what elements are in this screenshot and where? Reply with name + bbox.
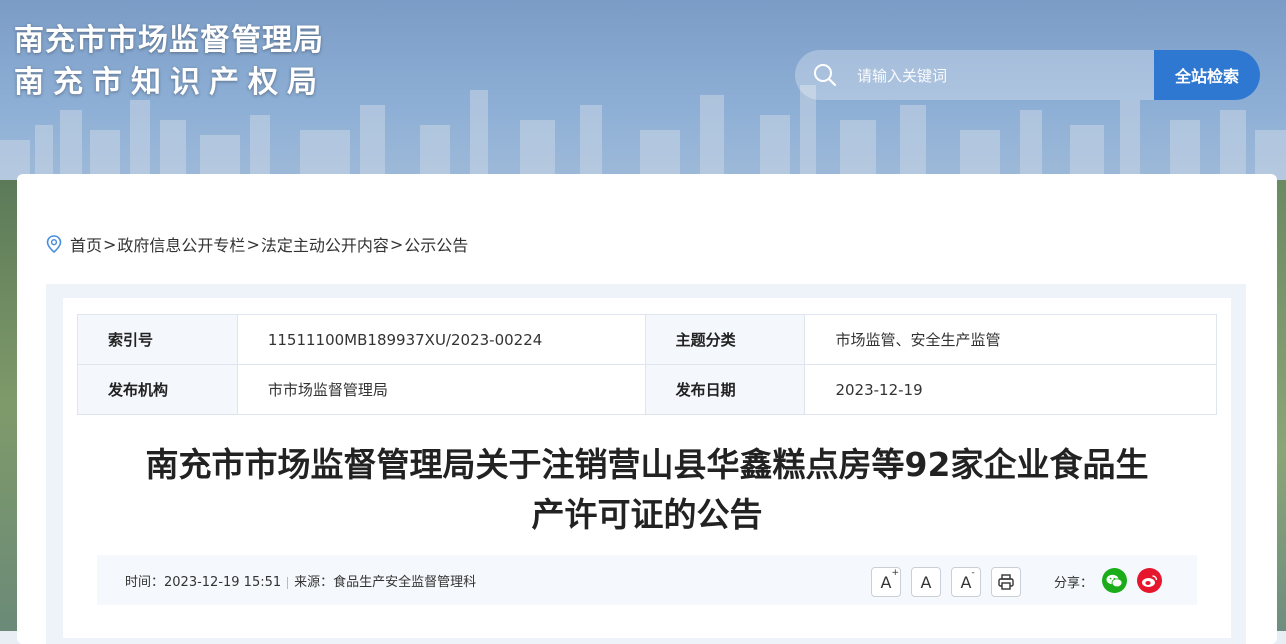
font-normal-icon: A (920, 572, 932, 592)
printer-icon (998, 574, 1014, 590)
breadcrumb-gov-info[interactable]: 政府信息公开专栏 (117, 232, 245, 256)
article-title: 南充市市场监督管理局关于注销营山县华鑫糕点房等92家企业食品生 产许可证的公告 (100, 440, 1194, 540)
font-larger-icon: A + (880, 567, 900, 592)
topic-value: 市场监管、安全生产监管 (804, 314, 1217, 365)
search-input[interactable] (855, 60, 1139, 92)
breadcrumb-separator: > (389, 234, 404, 254)
font-smaller-button[interactable]: A- (951, 567, 981, 597)
breadcrumb: 首页 > 政府信息公开专栏 > 法定主动公开内容 > 公示公告 (46, 232, 468, 256)
location-pin-icon (46, 235, 62, 253)
search-icon (814, 64, 837, 87)
index-value: 11511100MB189937XU/2023-00224 (236, 314, 646, 365)
wechat-icon (1106, 574, 1123, 587)
wechat-share-button[interactable] (1102, 568, 1127, 593)
article-info-bar: 时间：2023-12-19 15:51 来源：食品生产安全监督管理科 A + A A… (97, 555, 1197, 605)
site-search-button[interactable]: 全站检索 (1154, 50, 1260, 100)
breadcrumb-announcements[interactable]: 公示公告 (404, 232, 468, 256)
article-title-line-1: 南充市市场监督管理局关于注销营山县华鑫糕点房等92家企业食品生 (145, 445, 1149, 484)
site-search: 全站检索 (795, 50, 1260, 100)
publish-time: 时间：2023-12-19 15:51 (125, 575, 282, 590)
index-label: 索引号 (77, 314, 238, 365)
metadata-row: 发布机构 市市场监督管理局 发布日期 2023-12-19 (77, 364, 1217, 415)
site-logo[interactable]: 南充市市场监督管理局 南充市知识产权局 (14, 22, 326, 102)
publish-date-value: 2023-12-19 (804, 364, 1217, 415)
topic-label: 主题分类 (644, 314, 806, 365)
font-smaller-icon: A- (960, 567, 975, 592)
breadcrumb-statutory[interactable]: 法定主动公开内容 (261, 232, 389, 256)
print-button[interactable] (991, 567, 1021, 597)
font-normal-button[interactable]: A (911, 567, 941, 597)
article-meta: 时间：2023-12-19 15:51 来源：食品生产安全监督管理科 (125, 571, 476, 590)
publisher-label: 发布机构 (77, 364, 238, 415)
article-source: 来源：食品生产安全监督管理科 (294, 575, 477, 590)
divider (287, 576, 289, 589)
logo-line-2: 南充市知识产权局 (14, 65, 326, 100)
logo-line-1: 南充市市场监督管理局 (14, 23, 324, 58)
metadata-row: 索引号 11511100MB189937XU/2023-00224 主题分类 市… (77, 314, 1217, 365)
metadata-table: 索引号 11511100MB189937XU/2023-00224 主题分类 市… (77, 314, 1217, 415)
breadcrumb-separator: > (103, 234, 117, 254)
font-larger-button[interactable]: A + (871, 567, 901, 597)
weibo-share-button[interactable] (1137, 568, 1162, 593)
weibo-icon (1142, 574, 1158, 587)
publisher-value: 市市场监督管理局 (236, 364, 646, 415)
article-title-line-2: 产许可证的公告 (531, 495, 763, 534)
breadcrumb-separator: > (246, 234, 260, 254)
publish-date-label: 发布日期 (644, 364, 806, 415)
breadcrumb-home[interactable]: 首页 (70, 232, 102, 256)
share-label: 分享： (1054, 576, 1094, 591)
